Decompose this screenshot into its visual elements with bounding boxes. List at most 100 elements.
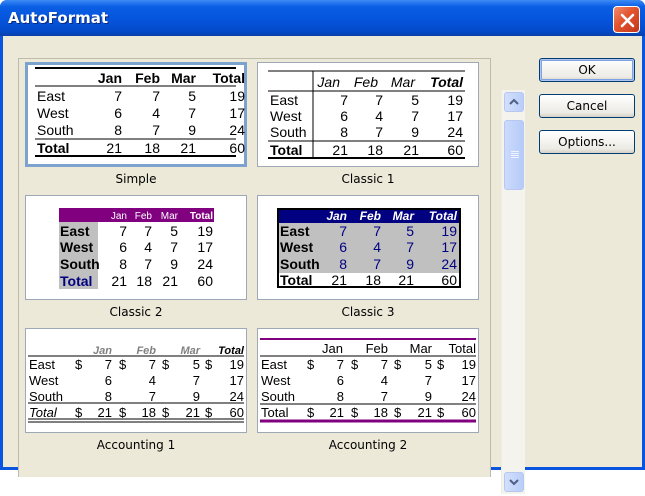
cancel-button[interactable]: Cancel: [539, 94, 635, 118]
col-header-feb: Feb: [366, 341, 388, 356]
col-header-jan: Jan: [326, 209, 347, 223]
currency-symbol: $: [437, 405, 445, 420]
cell-value: 7: [381, 357, 388, 372]
format-item-accounting-1[interactable]: Jan Feb Mar Total East 7 $7 $5 $19 $ West 6 4 7 17…: [25, 328, 247, 433]
cell-value: 7: [381, 389, 388, 404]
total-value: 18: [142, 405, 156, 420]
row-label: West: [37, 105, 69, 121]
total-value: 18: [144, 140, 160, 156]
dialog-body: Jan Feb Mar Total East 7 7 5 19 West 6 4 7 17 Sout…: [3, 36, 642, 494]
total-value: 60: [229, 140, 245, 156]
simple-preview: Jan Feb Mar Total East 7 7 5 19West 6 4 7 17Sout…: [35, 67, 245, 157]
format-name: Classic 2: [109, 305, 163, 319]
total-value: 21: [98, 405, 112, 420]
scroll-up-button[interactable]: [504, 92, 524, 112]
total-value: 21: [162, 273, 178, 289]
total-value: 60: [230, 405, 244, 420]
gallery-scrollbar[interactable]: [501, 90, 525, 494]
currency-symbol: $: [307, 357, 315, 372]
cell-value: 9: [193, 389, 200, 404]
col-header-mar: Mar: [410, 341, 433, 356]
currency-symbol: $: [75, 357, 83, 372]
cell-value: 9: [188, 122, 196, 138]
cell-value: 7: [152, 122, 160, 138]
total-value: 18: [365, 272, 381, 288]
cell-value: 7: [375, 92, 383, 108]
total-value: 18: [367, 142, 383, 158]
total-value: 21: [186, 405, 200, 420]
cell-value: 7: [149, 389, 156, 404]
close-button[interactable]: [613, 6, 640, 33]
format-item-classic-2[interactable]: Jan Feb Mar Total East 7 7 5 19 West 6 4 7 17 Sout…: [25, 195, 247, 300]
options-button[interactable]: Options...: [539, 130, 635, 154]
format-name: Classic 3: [341, 305, 395, 319]
cell-value: 24: [447, 124, 463, 140]
cell-value: 9: [406, 256, 414, 272]
cell-value: 6: [105, 373, 112, 388]
total-value: 21: [111, 273, 127, 289]
cell-value: 9: [425, 389, 432, 404]
cell-value: 7: [340, 92, 348, 108]
row-label: West: [29, 373, 59, 388]
format-item-classic-1[interactable]: Jan Feb Mar Total East 7 7 5 19 West 6 4 7 17 Sout…: [257, 62, 479, 167]
title-bar[interactable]: AutoFormat: [0, 0, 645, 36]
currency-symbol: $: [394, 405, 402, 420]
cell-value: 24: [197, 256, 213, 272]
cell-value: 7: [114, 88, 122, 104]
cell-value: 7: [105, 357, 112, 372]
total-value: 21: [403, 142, 419, 158]
row-label: East: [270, 92, 298, 108]
classic-3-preview: Jan Feb Mar Total East 7 7 5 19West 6 4 7 17Sout…: [277, 208, 461, 288]
col-header-mar: Mar: [171, 70, 196, 86]
cell-value: 4: [149, 373, 156, 388]
ok-button[interactable]: OK: [539, 58, 635, 82]
total-label: Total: [270, 142, 302, 158]
total-value: 21: [418, 405, 432, 420]
cell-value: 7: [373, 223, 381, 239]
cell-value: 24: [462, 389, 476, 404]
row-label: South: [60, 256, 100, 272]
row-label: South: [270, 124, 307, 140]
row-label: West: [280, 239, 314, 255]
cell-value: 19: [229, 88, 245, 104]
cell-value: 19: [447, 92, 463, 108]
format-name: Classic 1: [341, 172, 395, 186]
scroll-thumb[interactable]: [504, 120, 524, 190]
cell-value: 4: [381, 373, 388, 388]
row-label: South: [261, 389, 295, 404]
cell-value: 24: [441, 256, 457, 272]
cell-value: 19: [197, 223, 213, 239]
scroll-down-button[interactable]: [504, 472, 524, 492]
col-header-mar: Mar: [391, 74, 416, 90]
row-label: East: [261, 357, 287, 372]
classic-1-preview: Jan Feb Mar Total East 7 7 5 19West 6 4 7 17Sout…: [268, 70, 465, 159]
cell-value: 7: [152, 88, 160, 104]
col-header-feb: Feb: [354, 74, 378, 90]
chevron-down-icon: [509, 479, 519, 486]
col-header-feb: Feb: [135, 211, 153, 222]
row-label: East: [60, 223, 90, 239]
col-header-total: Total: [449, 341, 477, 356]
total-value: 60: [462, 405, 476, 420]
cell-value: 6: [340, 108, 348, 124]
total-value: 18: [374, 405, 388, 420]
currency-symbol: $: [75, 405, 83, 420]
cell-value: 17: [229, 105, 245, 121]
col-header-feb: Feb: [360, 209, 381, 223]
total-value: 21: [331, 272, 347, 288]
format-item-classic-3[interactable]: Jan Feb Mar Total East 7 7 5 19 West 6 4 7 17 Sout…: [257, 195, 479, 300]
format-item-simple[interactable]: Jan Feb Mar Total East 7 7 5 19 West 6 4 7 17 Sout…: [25, 62, 247, 167]
currency-symbol: $: [119, 357, 127, 372]
row-label: West: [270, 108, 302, 124]
dialog-title: AutoFormat: [8, 9, 109, 27]
cell-value: 4: [375, 108, 383, 124]
cell-value: 7: [193, 373, 200, 388]
row-label: South: [280, 256, 320, 272]
format-item-accounting-2[interactable]: Jan Feb Mar Total East 7 $7 $5 $19 $ West 6 4 7 17…: [257, 328, 479, 433]
cell-value: 8: [339, 256, 347, 272]
cell-value: 5: [406, 223, 414, 239]
cell-value: 5: [411, 92, 419, 108]
cell-value: 7: [375, 124, 383, 140]
cell-value: 4: [144, 239, 152, 255]
total-value: 21: [106, 140, 122, 156]
